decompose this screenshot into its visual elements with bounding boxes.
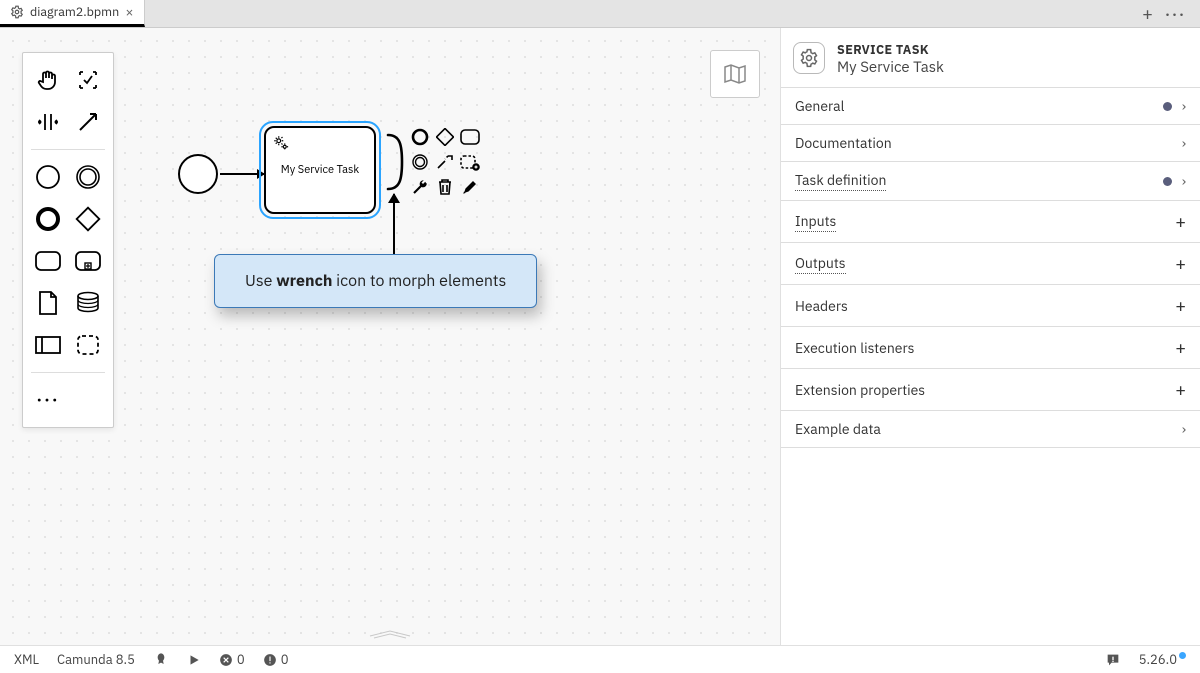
- lasso-tool[interactable]: [69, 61, 107, 99]
- section-execution-listeners[interactable]: Execution listeners +: [781, 326, 1200, 368]
- wrench-icon[interactable]: [409, 176, 431, 198]
- chevron-right-icon: ›: [1182, 134, 1186, 152]
- feedback-button[interactable]: [1105, 652, 1121, 668]
- section-documentation[interactable]: Documentation ›: [781, 124, 1200, 161]
- end-event-tool[interactable]: [29, 200, 67, 238]
- gear-icon: [10, 5, 24, 19]
- task-tool[interactable]: [29, 242, 67, 280]
- status-bar: XML Camunda 8.5 0 0 5.26.0: [0, 645, 1200, 673]
- errors-count[interactable]: 0: [219, 651, 245, 668]
- section-label: Execution listeners: [795, 339, 914, 357]
- section-outputs[interactable]: Outputs +: [781, 242, 1200, 284]
- indicator-dot: [1163, 102, 1172, 111]
- tab-label: diagram2.bpmn: [30, 4, 119, 20]
- element-type-label: SERVICE TASK: [837, 42, 944, 58]
- context-pad: [384, 126, 481, 198]
- tab-active[interactable]: diagram2.bpmn ×: [0, 0, 145, 27]
- gateway-tool[interactable]: [69, 200, 107, 238]
- hand-tool[interactable]: [29, 61, 67, 99]
- section-example-data[interactable]: Example data ›: [781, 410, 1200, 448]
- start-event-tool[interactable]: [29, 158, 67, 196]
- section-label: Extension properties: [795, 381, 925, 399]
- close-icon[interactable]: ×: [125, 3, 133, 21]
- chevron-right-icon: ›: [1182, 420, 1186, 438]
- color-icon[interactable]: [459, 176, 481, 198]
- section-extension-properties[interactable]: Extension properties +: [781, 368, 1200, 410]
- chevron-right-icon: ›: [1182, 97, 1186, 115]
- tooltip-text-bold: wrench: [276, 271, 332, 291]
- section-label: Inputs: [795, 212, 836, 232]
- section-label: Task definition: [795, 171, 886, 191]
- panel-drag-handle[interactable]: [360, 629, 420, 639]
- section-headers[interactable]: Headers +: [781, 284, 1200, 326]
- xml-toggle[interactable]: XML: [14, 651, 39, 668]
- warnings-number: 0: [281, 651, 289, 668]
- append-end-event-icon[interactable]: [409, 126, 431, 148]
- plus-icon[interactable]: +: [1175, 378, 1186, 401]
- section-label: Outputs: [795, 254, 846, 274]
- plus-icon[interactable]: +: [1175, 252, 1186, 275]
- new-tab-button[interactable]: +: [1142, 2, 1153, 25]
- append-intermediate-event-icon[interactable]: [409, 151, 431, 173]
- tab-bar: diagram2.bpmn × + ···: [0, 0, 1200, 28]
- tooltip-text-prefix: Use: [245, 271, 276, 291]
- data-store-tool[interactable]: [69, 284, 107, 322]
- append-flow-icon[interactable]: [384, 126, 406, 198]
- hint-arrow: [393, 194, 395, 254]
- section-label: Headers: [795, 297, 848, 315]
- plus-icon[interactable]: +: [1175, 210, 1186, 233]
- delete-icon[interactable]: [434, 176, 456, 198]
- more-icon[interactable]: ···: [1165, 5, 1186, 23]
- bpmn-sequence-flow[interactable]: [220, 173, 264, 175]
- section-task-definition[interactable]: Task definition ›: [781, 161, 1200, 200]
- bpmn-start-event[interactable]: [178, 154, 218, 194]
- errors-number: 0: [237, 651, 245, 668]
- indicator-dot: [1163, 177, 1172, 186]
- diagram-canvas[interactable]: ··· My Service Task: [0, 28, 780, 645]
- section-general[interactable]: General ›: [781, 87, 1200, 124]
- warnings-count[interactable]: 0: [263, 651, 289, 668]
- append-gateway-icon[interactable]: [434, 126, 456, 148]
- properties-panel: SERVICE TASK My Service Task General › D…: [780, 28, 1200, 645]
- subprocess-tool[interactable]: [69, 242, 107, 280]
- panel-header: SERVICE TASK My Service Task: [781, 28, 1200, 87]
- deploy-button[interactable]: [153, 652, 169, 668]
- hint-tooltip: Use wrench icon to morph elements: [214, 254, 537, 308]
- plus-icon[interactable]: +: [1175, 294, 1186, 317]
- gears-icon: [272, 134, 290, 152]
- minimap-toggle[interactable]: [710, 50, 760, 98]
- connect-tool[interactable]: [69, 103, 107, 141]
- intermediate-event-tool[interactable]: [69, 158, 107, 196]
- section-label: Example data: [795, 420, 881, 438]
- chevron-right-icon: ›: [1182, 172, 1186, 190]
- element-name-label: My Service Task: [837, 58, 944, 77]
- group-tool[interactable]: [69, 326, 107, 364]
- update-dot-icon: [1179, 652, 1186, 659]
- append-task-icon[interactable]: [459, 126, 481, 148]
- plus-icon[interactable]: +: [1175, 336, 1186, 359]
- section-label: General: [795, 97, 844, 115]
- run-button[interactable]: [187, 653, 201, 667]
- more-tools[interactable]: ···: [29, 381, 67, 419]
- section-label: Documentation: [795, 134, 892, 152]
- pool-tool[interactable]: [29, 326, 67, 364]
- annotation-icon[interactable]: [434, 151, 456, 173]
- version-number: 5.26.0: [1139, 651, 1177, 668]
- tooltip-text-suffix: icon to morph elements: [332, 271, 506, 291]
- bpmn-service-task[interactable]: My Service Task: [264, 126, 376, 214]
- space-tool[interactable]: [29, 103, 67, 141]
- append-element-icon[interactable]: [459, 151, 481, 173]
- version-label[interactable]: 5.26.0: [1139, 651, 1186, 668]
- task-label: My Service Task: [273, 163, 367, 177]
- platform-label[interactable]: Camunda 8.5: [57, 651, 135, 668]
- data-object-tool[interactable]: [29, 284, 67, 322]
- section-inputs[interactable]: Inputs +: [781, 200, 1200, 242]
- tool-palette: ···: [22, 52, 114, 428]
- gear-icon: [793, 42, 825, 74]
